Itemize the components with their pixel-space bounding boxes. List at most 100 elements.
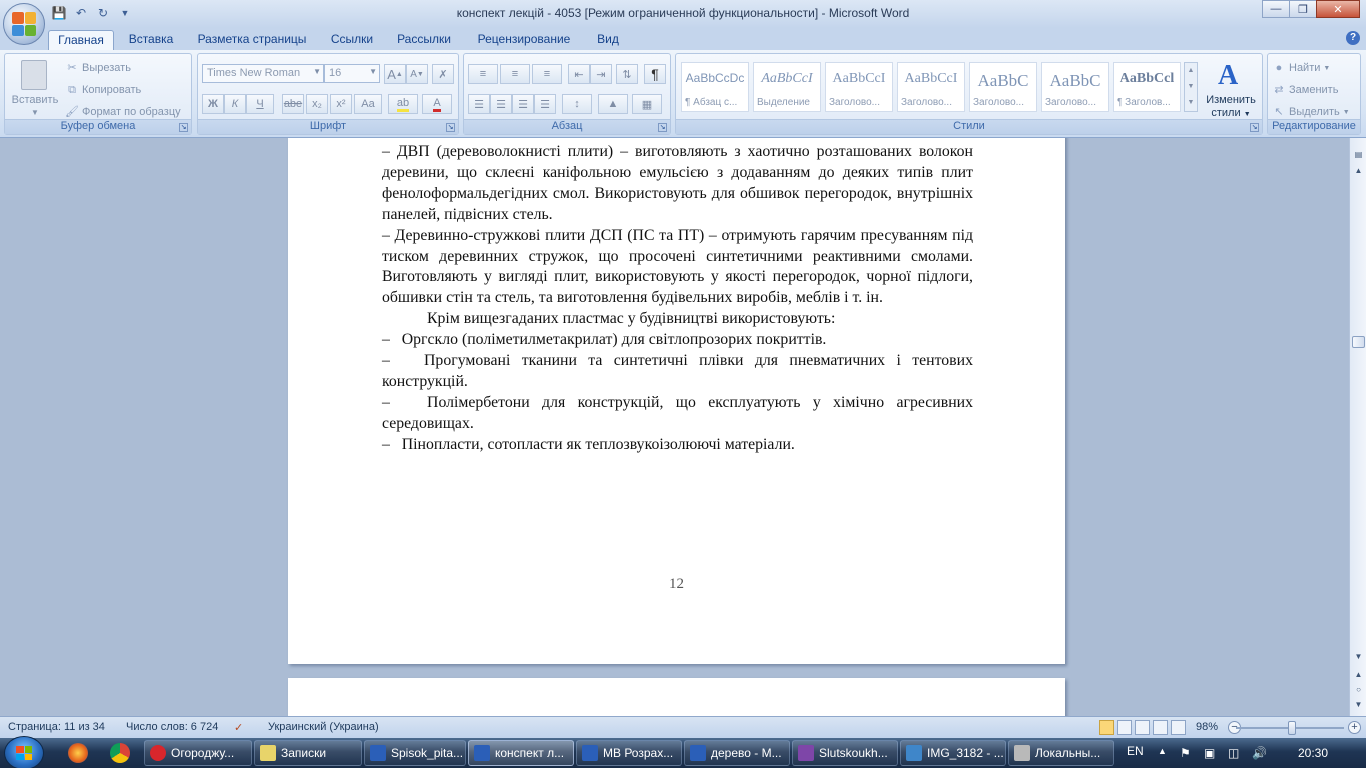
style-gallery-item[interactable]: AaBbCcDc ¶ Абзац с... <box>681 62 749 112</box>
tab-review[interactable]: Рецензирование <box>468 30 580 50</box>
grow-font-button[interactable]: A ▲ <box>384 64 406 84</box>
help-icon[interactable]: ? <box>1346 31 1360 45</box>
decrease-indent-button[interactable]: ⇤ <box>568 64 590 84</box>
print-layout-view-icon[interactable] <box>1099 720 1114 735</box>
select-browse-object-icon[interactable]: ○ <box>1352 683 1365 696</box>
network-icon[interactable]: ◫ <box>1228 746 1239 760</box>
find-button[interactable]: ● Найти ▼ <box>1272 58 1331 78</box>
zoom-slider-knob[interactable] <box>1288 721 1296 735</box>
increase-indent-button[interactable]: ⇥ <box>590 64 612 84</box>
ruler-toggle-icon[interactable]: ▤ <box>1352 148 1365 161</box>
close-button[interactable]: ✕ <box>1316 0 1360 18</box>
cut-button[interactable]: ✂ Вырезать <box>65 58 131 78</box>
scroll-down-icon[interactable]: ▼ <box>1352 650 1365 663</box>
volume-icon[interactable]: 🔊 <box>1252 746 1267 760</box>
restore-button[interactable]: ❐ <box>1289 0 1317 18</box>
web-layout-view-icon[interactable] <box>1135 720 1150 735</box>
scrollbar-thumb[interactable] <box>1352 336 1365 348</box>
page-indicator[interactable]: Страница: 11 из 34 <box>8 721 105 733</box>
page-body-text[interactable]: – ДВП (деревоволокнисті плити) – виготов… <box>382 142 973 456</box>
font-size-combo[interactable]: 16 ▼ <box>324 64 380 83</box>
shrink-font-button[interactable]: A ▼ <box>406 64 428 84</box>
zoom-in-icon[interactable]: + <box>1348 721 1361 734</box>
more-styles-icon[interactable]: ▼ <box>1185 95 1197 111</box>
bullets-button[interactable]: ≡ <box>468 64 498 84</box>
sort-button[interactable]: ⇅ <box>616 64 638 84</box>
taskbar-task[interactable]: дерево - М... <box>684 740 790 766</box>
show-formatting-button[interactable]: ¶ <box>644 64 666 84</box>
paragraph[interactable]: – Деревинно-стружкові плити ДСП (ПС та П… <box>382 226 973 310</box>
font-color-button[interactable]: A <box>422 94 452 114</box>
start-button[interactable] <box>4 736 44 768</box>
subscript-button[interactable]: x₂ <box>306 94 328 114</box>
action-center-flag-icon[interactable]: ⚑ <box>1180 746 1191 760</box>
full-screen-reading-view-icon[interactable] <box>1117 720 1132 735</box>
taskbar-task-active[interactable]: конспект л... <box>468 740 574 766</box>
paragraph[interactable]: – Прогумовані тканини та синтетичні плів… <box>382 351 973 393</box>
multilevel-list-button[interactable]: ≡ <box>532 64 562 84</box>
paragraph[interactable]: – Оргскло (поліметилметакрилат) для світ… <box>382 330 973 351</box>
document-page[interactable]: – ДВП (деревоволокнисті плити) – виготов… <box>288 138 1065 664</box>
outline-view-icon[interactable] <box>1153 720 1168 735</box>
tab-view[interactable]: Вид <box>590 30 626 50</box>
vertical-scrollbar[interactable]: ▤ ▲ ▼ ▲ ○ ▼ <box>1349 138 1366 716</box>
numbering-button[interactable]: ≡ <box>500 64 530 84</box>
paste-button[interactable]: Вставить ▼ <box>9 56 61 118</box>
input-language[interactable]: EN <box>1127 744 1144 758</box>
tab-home[interactable]: Главная <box>48 30 114 50</box>
copy-button[interactable]: ⧉ Копировать <box>65 80 141 100</box>
scroll-down-icon[interactable]: ▼ <box>1185 79 1197 95</box>
styles-launcher-icon[interactable]: ↘ <box>1250 123 1259 132</box>
taskbar-task[interactable]: Spisok_pita... <box>364 740 466 766</box>
highlight-button[interactable]: ab <box>388 94 418 114</box>
paragraph[interactable]: – Полімербетони для конструкцій, що експ… <box>382 393 973 435</box>
strikethrough-button[interactable]: abe <box>282 94 304 114</box>
firefox-icon[interactable] <box>68 743 88 763</box>
tab-insert[interactable]: Вставка <box>122 30 180 50</box>
taskbar-task[interactable]: Записки <box>254 740 362 766</box>
paragraph[interactable]: – Пінопласти, сотопласти як теплозвукоіз… <box>382 435 973 456</box>
italic-button[interactable]: К <box>224 94 246 114</box>
minimize-button[interactable]: — <box>1262 0 1290 18</box>
office-button[interactable] <box>3 3 45 45</box>
align-right-button[interactable]: ☰ <box>512 94 534 114</box>
replace-button[interactable]: ⇄ Заменить <box>1272 80 1338 100</box>
paragraph[interactable]: – ДВП (деревоволокнисті плити) – виготов… <box>382 142 973 226</box>
line-spacing-button[interactable]: ↕ <box>562 94 592 114</box>
next-page-icon[interactable]: ▼ <box>1352 698 1365 711</box>
borders-button[interactable]: ▦ <box>632 94 662 114</box>
language-indicator[interactable]: Украинский (Украина) <box>268 721 379 733</box>
change-styles-button[interactable]: A Изменить стили ▼ <box>1202 58 1260 120</box>
style-gallery-item[interactable]: AaBbCcI Выделение <box>753 62 821 112</box>
taskbar-task[interactable]: Локальны... <box>1008 740 1114 766</box>
style-gallery-item[interactable]: AaBbC Заголово... <box>1041 62 1109 112</box>
paragraph[interactable]: Крім вищезгаданих пластмас у будівництві… <box>382 309 973 330</box>
clock[interactable]: 20:30 <box>1298 746 1328 760</box>
chrome-icon[interactable] <box>110 743 130 763</box>
font-name-combo[interactable]: Times New Roman ▼ <box>202 64 324 83</box>
bold-button[interactable]: Ж <box>202 94 224 114</box>
align-left-button[interactable]: ☰ <box>468 94 490 114</box>
taskbar-task[interactable]: Slutskoukh... <box>792 740 898 766</box>
change-case-button[interactable]: Aa <box>354 94 382 114</box>
style-gallery-scroll[interactable]: ▲ ▼ ▼ <box>1184 62 1198 112</box>
tab-mailings[interactable]: Рассылки <box>390 30 458 50</box>
proofing-icon[interactable]: ✓ <box>234 721 243 734</box>
align-center-button[interactable]: ☰ <box>490 94 512 114</box>
clipboard-launcher-icon[interactable]: ↘ <box>179 123 188 132</box>
document-page[interactable] <box>288 678 1065 716</box>
previous-page-icon[interactable]: ▲ <box>1352 668 1365 681</box>
tab-page-layout[interactable]: Разметка страницы <box>190 30 314 50</box>
style-gallery-item[interactable]: AaBbC Заголово... <box>969 62 1037 112</box>
clear-formatting-button[interactable]: ✗ <box>432 64 454 84</box>
style-gallery-item[interactable]: AaBbCcI Заголово... <box>897 62 965 112</box>
scroll-up-icon[interactable]: ▲ <box>1185 63 1197 79</box>
justify-button[interactable]: ☰ <box>534 94 556 114</box>
taskbar-task[interactable]: Огороджу... <box>144 740 252 766</box>
paragraph-launcher-icon[interactable]: ↘ <box>658 123 667 132</box>
word-count[interactable]: Число слов: 6 724 <box>126 721 218 733</box>
superscript-button[interactable]: x² <box>330 94 352 114</box>
taskbar-task[interactable]: IMG_3182 - ... <box>900 740 1006 766</box>
device-icon[interactable]: ▣ <box>1204 746 1215 760</box>
shading-button[interactable]: ▲ <box>598 94 628 114</box>
